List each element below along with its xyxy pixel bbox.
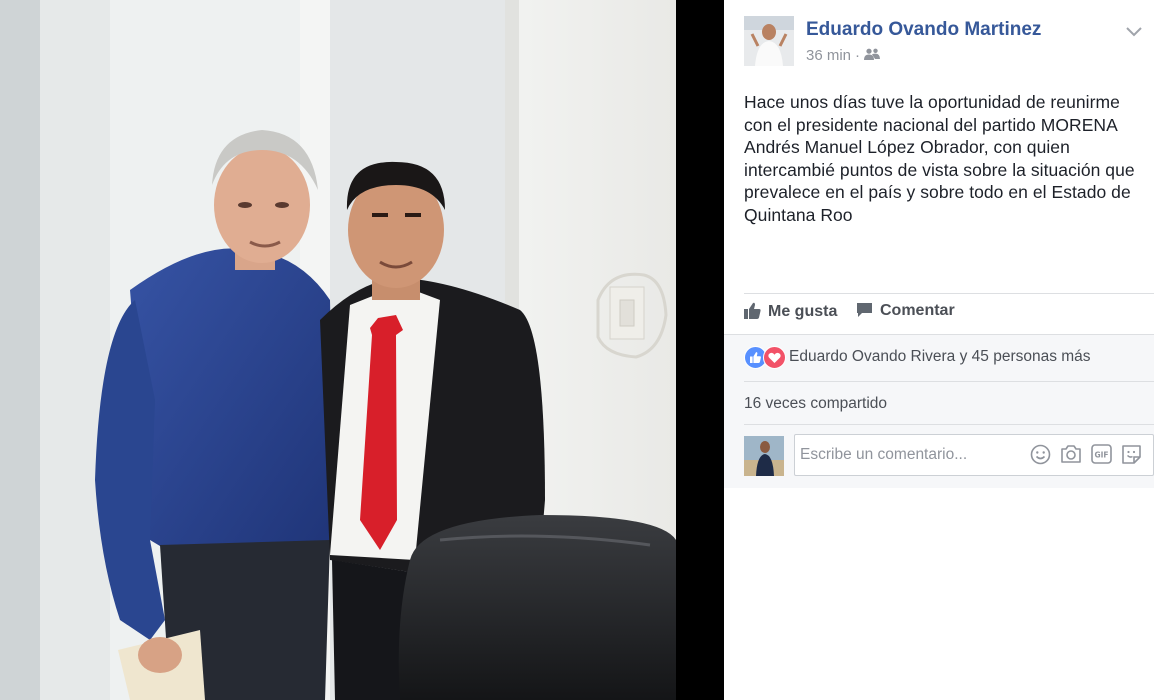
- post-actions-bar: Me gusta Comentar: [744, 296, 1154, 330]
- love-reaction-icon: [763, 346, 786, 369]
- sticker-icon[interactable]: [1121, 444, 1142, 470]
- comment-icon: [857, 303, 872, 317]
- author-avatar-image: [744, 16, 794, 66]
- shares-count[interactable]: 16 veces compartido: [744, 395, 887, 413]
- gif-icon[interactable]: GIF: [1091, 444, 1112, 469]
- author-avatar[interactable]: [744, 16, 794, 66]
- like-label: Me gusta: [768, 303, 838, 320]
- post-photo[interactable]: [0, 0, 676, 700]
- post-feedback-section: Eduardo Ovando Rivera y 45 personas más …: [724, 334, 1154, 488]
- post-body-text: Hace unos días tuve la oportunidad de re…: [744, 92, 1135, 225]
- actions-top-divider: [744, 293, 1154, 294]
- comment-label: Comentar: [880, 302, 955, 319]
- camera-icon[interactable]: [1060, 444, 1082, 469]
- feedback-top-divider: [724, 334, 1154, 335]
- post-header: Eduardo Ovando Martinez 36 min ·: [744, 16, 1154, 72]
- post-timestamp[interactable]: 36 min: [806, 47, 851, 64]
- post-photo-image: [0, 0, 676, 700]
- post-author-name[interactable]: Eduardo Ovando Martinez: [806, 19, 1041, 41]
- commenter-avatar-image: [744, 436, 784, 476]
- comment-input[interactable]: Escribe un comentario... GIF: [794, 434, 1154, 476]
- comment-composer: Escribe un comentario... GIF: [744, 434, 1154, 478]
- comment-button[interactable]: Comentar: [856, 302, 955, 320]
- post-panel: Eduardo Ovando Martinez 36 min · Hace uno…: [724, 0, 1154, 700]
- commenter-avatar[interactable]: [744, 436, 784, 476]
- photo-separator: [676, 0, 724, 700]
- reactions-text[interactable]: Eduardo Ovando Rivera y 45 personas más: [789, 348, 1091, 366]
- reactions-summary[interactable]: Eduardo Ovando Rivera y 45 personas más: [744, 346, 1144, 370]
- friends-icon[interactable]: [864, 48, 881, 65]
- shares-divider: [744, 424, 1154, 425]
- chevron-down-icon[interactable]: [1126, 24, 1142, 42]
- comment-placeholder: Escribe un comentario...: [800, 446, 968, 463]
- post-meta: 36 min ·: [806, 47, 881, 65]
- meta-separator: ·: [855, 47, 861, 64]
- reactions-divider: [744, 381, 1154, 382]
- thumbs-up-icon: [744, 302, 761, 319]
- emoji-icon[interactable]: [1030, 444, 1051, 470]
- like-button[interactable]: Me gusta: [744, 302, 837, 321]
- svg-text:GIF: GIF: [1094, 451, 1108, 460]
